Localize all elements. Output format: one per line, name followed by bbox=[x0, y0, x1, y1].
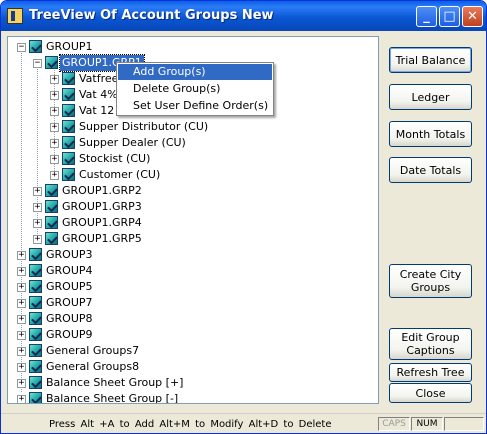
tree-node-label[interactable]: GROUP9 bbox=[44, 327, 95, 343]
tree-node-label[interactable]: GROUP3 bbox=[44, 247, 95, 263]
menu-item-set-user-define-order[interactable]: Set User Define Order(s) bbox=[118, 98, 272, 114]
group-folder-icon bbox=[62, 168, 75, 181]
group-folder-icon bbox=[29, 392, 42, 403]
group-folder-icon bbox=[29, 360, 42, 373]
tree-node-label[interactable]: Balance Sheet Group [-] bbox=[44, 391, 180, 403]
tree-node-label[interactable]: GROUP1 bbox=[44, 39, 95, 55]
context-menu: Add Group(s) Delete Group(s) Set User De… bbox=[116, 62, 274, 116]
tree-node-label[interactable]: GROUP1.GRP4 bbox=[60, 215, 144, 231]
edit-group-captions-button[interactable]: Edit Group Captions bbox=[389, 328, 472, 360]
group-folder-icon bbox=[62, 152, 75, 165]
expand-icon[interactable]: + bbox=[17, 267, 26, 276]
tree-node-label[interactable]: GROUP7 bbox=[44, 295, 95, 311]
tree-node-label[interactable]: Vat 4% bbox=[77, 87, 120, 103]
tree-connector bbox=[21, 48, 22, 392]
expand-icon[interactable]: + bbox=[33, 219, 42, 228]
group-folder-icon bbox=[29, 40, 42, 53]
title-bar[interactable]: TreeView Of Account Groups New _ □ ✕ bbox=[1, 1, 486, 31]
group-folder-icon bbox=[29, 264, 42, 277]
caps-lock-indicator: CAPS bbox=[378, 417, 410, 431]
status-bar: Press Alt +A to Add Alt+M to Modify Alt+… bbox=[1, 413, 486, 433]
date-totals-button[interactable]: Date Totals bbox=[389, 157, 472, 183]
shortcut-hint: Press Alt +A to Add Alt+M to Modify Alt+… bbox=[49, 419, 332, 430]
trial-balance-button[interactable]: Trial Balance bbox=[389, 47, 472, 73]
menu-item-add-groups[interactable]: Add Group(s) bbox=[118, 64, 272, 80]
group-folder-icon bbox=[45, 232, 58, 245]
tree-node-label[interactable]: GROUP1.GRP3 bbox=[60, 199, 144, 215]
group-folder-icon bbox=[45, 184, 58, 197]
tree-node-label[interactable]: Vat 12 bbox=[77, 103, 116, 119]
tree-node-label[interactable]: GROUP4 bbox=[44, 263, 95, 279]
collapse-icon[interactable]: − bbox=[33, 59, 42, 68]
month-totals-button[interactable]: Month Totals bbox=[389, 121, 472, 147]
group-folder-icon bbox=[62, 72, 75, 85]
maximize-button[interactable]: □ bbox=[439, 6, 460, 27]
tree-node-label[interactable]: Stockist (CU) bbox=[77, 151, 152, 167]
expand-icon[interactable]: + bbox=[17, 251, 26, 260]
expand-icon[interactable]: + bbox=[50, 107, 59, 116]
group-folder-icon bbox=[29, 376, 42, 389]
expand-icon[interactable]: + bbox=[33, 187, 42, 196]
tree-node-label[interactable]: General Groups8 bbox=[44, 359, 141, 375]
group-folder-icon bbox=[29, 280, 42, 293]
group-folder-icon bbox=[45, 200, 58, 213]
close-window-button[interactable]: ✕ bbox=[462, 6, 483, 27]
expand-icon[interactable]: + bbox=[33, 235, 42, 244]
expand-icon[interactable]: + bbox=[33, 203, 42, 212]
group-folder-icon bbox=[45, 216, 58, 229]
refresh-tree-button[interactable]: Refresh Tree bbox=[389, 363, 472, 382]
tree-node-label[interactable]: Vatfree bbox=[77, 71, 120, 87]
group-folder-icon bbox=[62, 120, 75, 133]
group-folder-icon bbox=[62, 88, 75, 101]
tree-node-label[interactable]: Supper Dealer (CU) bbox=[77, 135, 188, 151]
group-folder-icon bbox=[62, 104, 75, 117]
expand-icon[interactable]: + bbox=[17, 299, 26, 308]
tree-node-label[interactable]: GROUP5 bbox=[44, 279, 95, 295]
tree-node-label[interactable]: Supper Distributor (CU) bbox=[77, 119, 210, 135]
tree-node-label[interactable]: GROUP1.GRP5 bbox=[60, 231, 144, 247]
tree-node-label[interactable]: Customer (CU) bbox=[77, 167, 162, 183]
expand-icon[interactable]: + bbox=[17, 315, 26, 324]
expand-icon[interactable]: + bbox=[17, 363, 26, 372]
status-panel-empty bbox=[444, 417, 484, 431]
expand-icon[interactable]: + bbox=[50, 171, 59, 180]
expand-icon[interactable]: + bbox=[50, 155, 59, 164]
close-button[interactable]: Close bbox=[389, 383, 472, 403]
menu-item-delete-groups[interactable]: Delete Group(s) bbox=[118, 81, 272, 97]
expand-icon[interactable]: + bbox=[17, 283, 26, 292]
group-folder-icon bbox=[62, 136, 75, 149]
app-icon bbox=[7, 8, 23, 24]
expand-icon[interactable]: + bbox=[17, 379, 26, 388]
tree-node-label[interactable]: General Groups7 bbox=[44, 343, 141, 359]
group-folder-icon bbox=[45, 56, 58, 69]
tree-node-label[interactable]: GROUP8 bbox=[44, 311, 95, 327]
tree-node-label[interactable]: Balance Sheet Group [+] bbox=[44, 375, 185, 391]
group-folder-icon bbox=[29, 296, 42, 309]
expand-icon[interactable]: + bbox=[50, 123, 59, 132]
tree-node-label[interactable]: GROUP1.GRP2 bbox=[60, 183, 144, 199]
group-folder-icon bbox=[29, 248, 42, 261]
group-folder-icon bbox=[29, 328, 42, 341]
group-folder-icon bbox=[29, 312, 42, 325]
expand-icon[interactable]: + bbox=[50, 75, 59, 84]
collapse-icon[interactable]: − bbox=[17, 43, 26, 52]
group-folder-icon bbox=[29, 344, 42, 357]
window-title: TreeView Of Account Groups New bbox=[29, 8, 274, 23]
expand-icon[interactable]: + bbox=[50, 139, 59, 148]
expand-icon[interactable]: + bbox=[17, 347, 26, 356]
minimize-button[interactable]: _ bbox=[416, 6, 437, 27]
expand-icon[interactable]: + bbox=[17, 395, 26, 403]
num-lock-indicator: NUM bbox=[411, 417, 443, 431]
create-city-groups-button[interactable]: Create City Groups bbox=[389, 264, 472, 298]
main-window: TreeView Of Account Groups New _ □ ✕ − G… bbox=[0, 0, 487, 434]
expand-icon[interactable]: + bbox=[50, 91, 59, 100]
expand-icon[interactable]: + bbox=[17, 331, 26, 340]
ledger-button[interactable]: Ledger bbox=[389, 84, 472, 110]
